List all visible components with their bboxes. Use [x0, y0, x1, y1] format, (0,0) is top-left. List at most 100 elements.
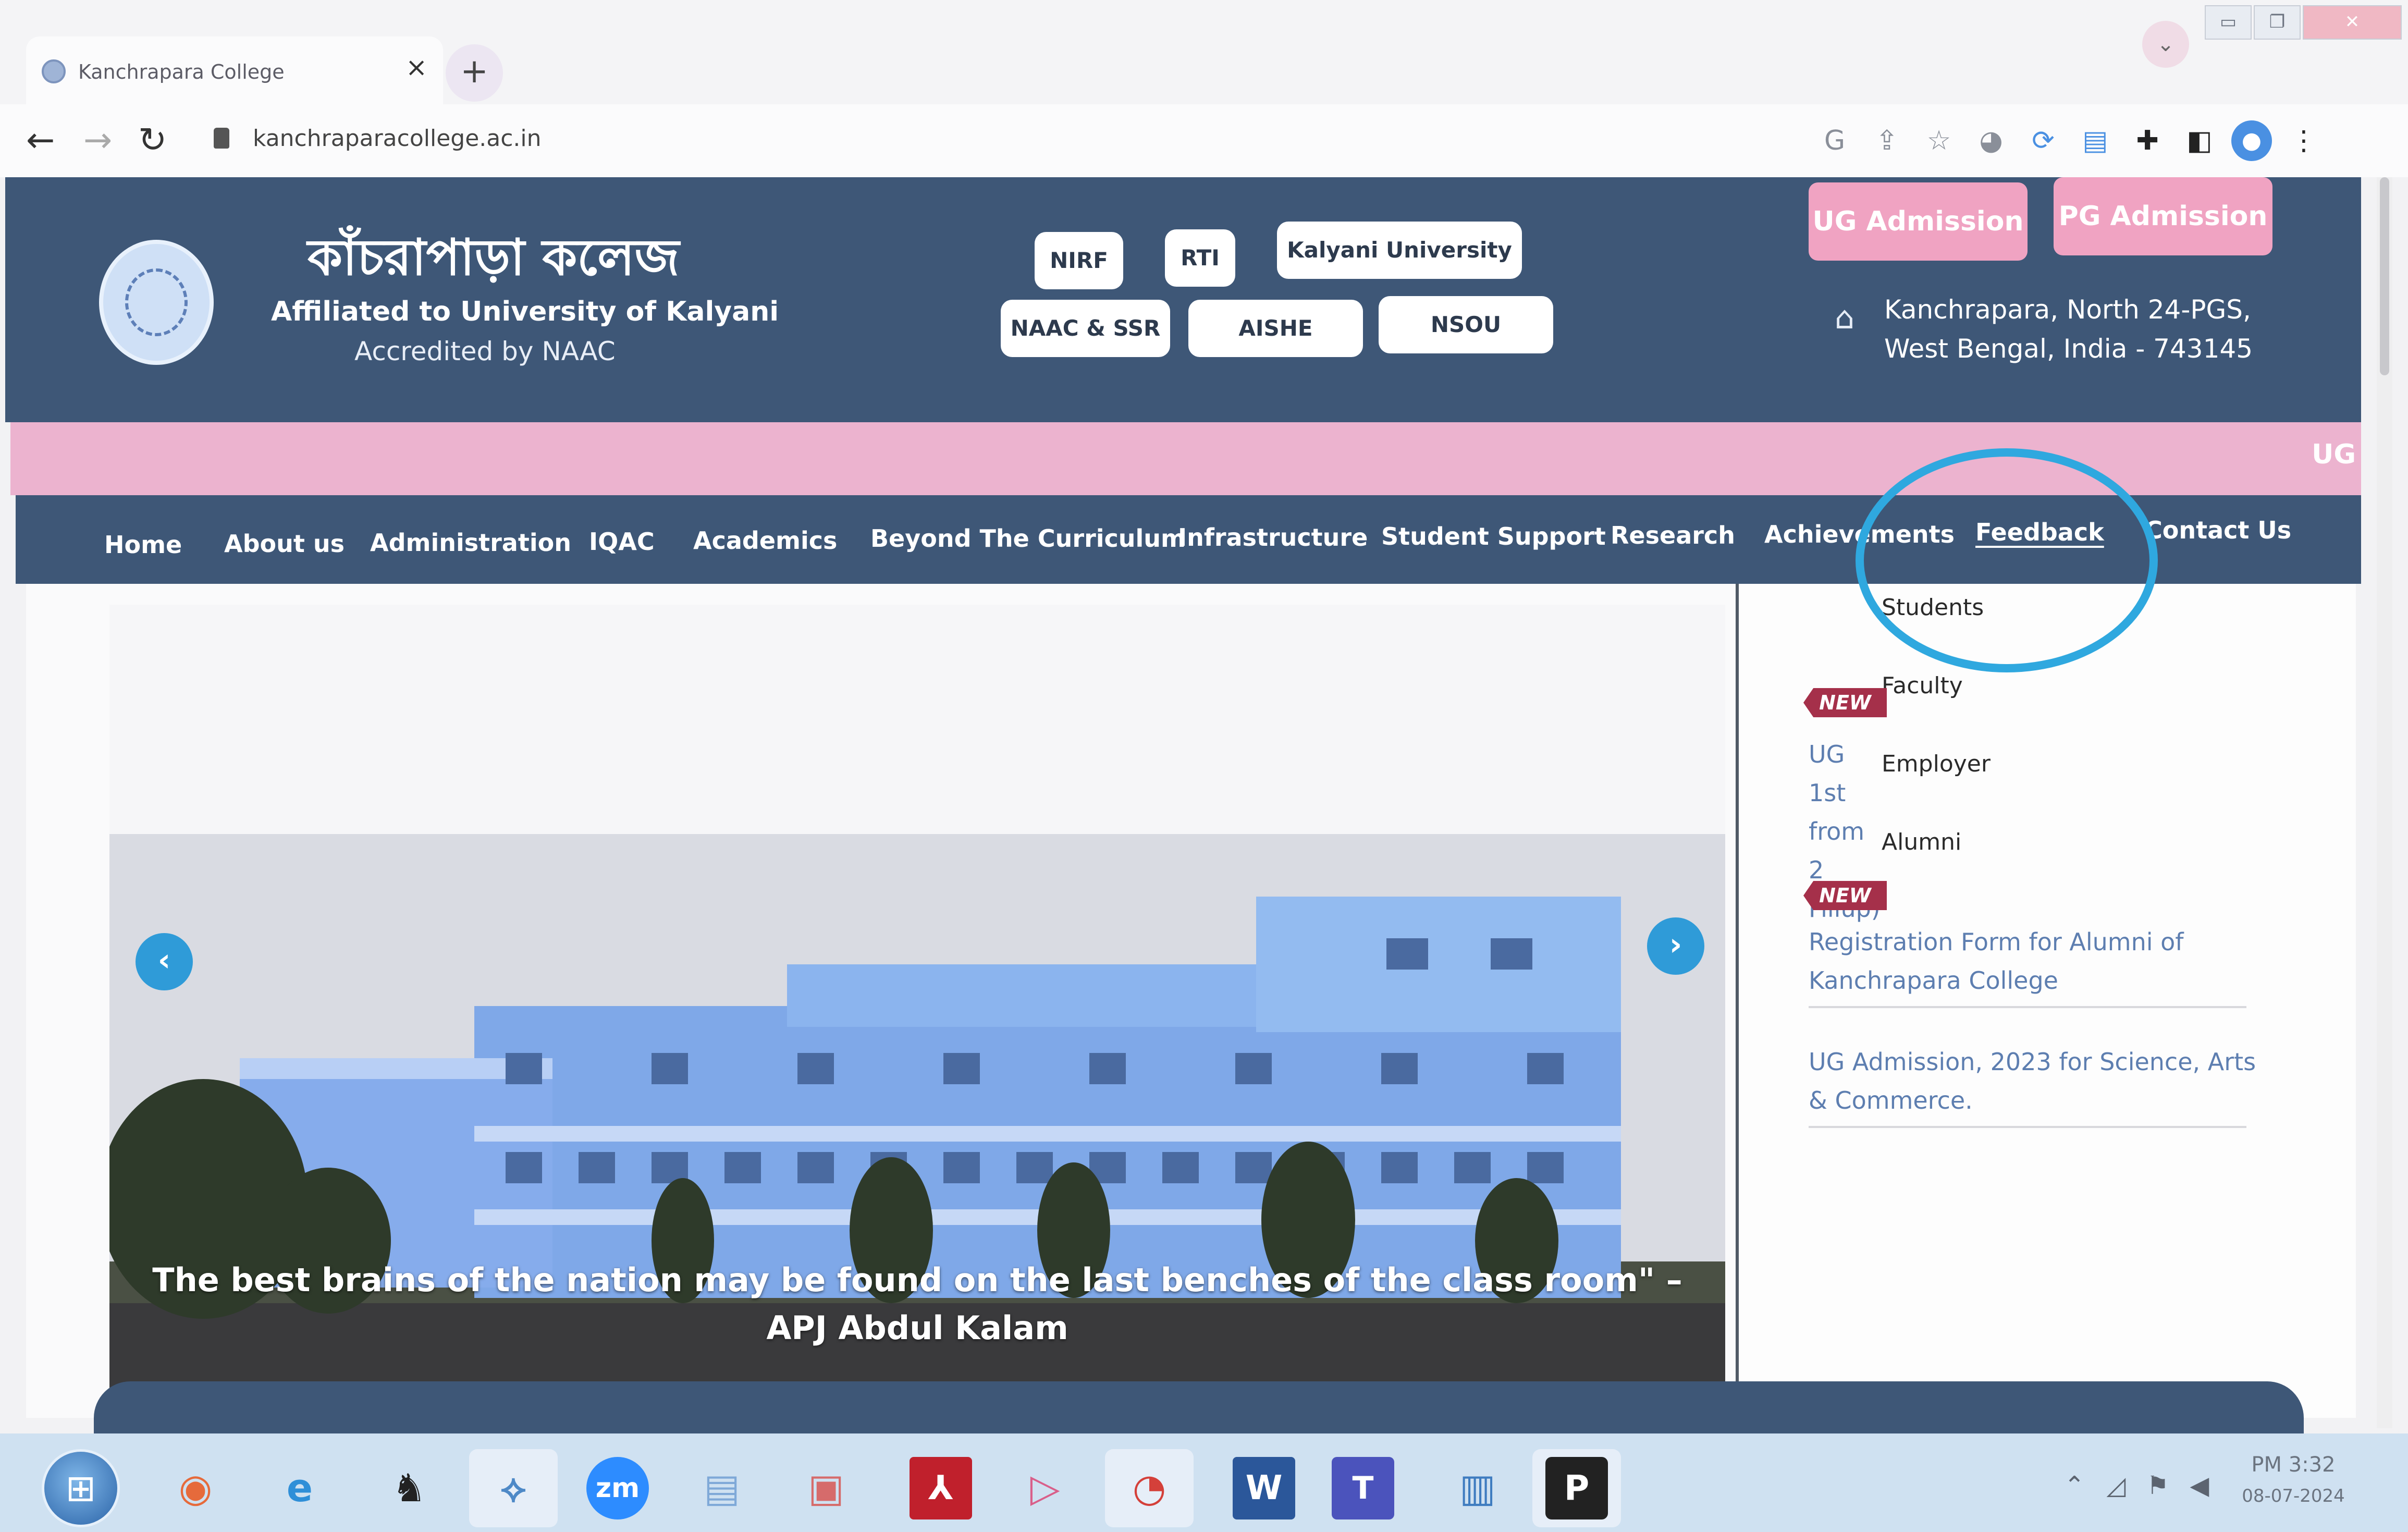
nav-academics[interactable]: Academics: [693, 526, 837, 555]
college-name: কাঁচরাপাড়া কলেজ: [308, 228, 680, 287]
logo-emblem: [125, 268, 188, 336]
nav-administration[interactable]: Administration: [370, 529, 571, 557]
slider-prev-button[interactable]: ‹: [136, 933, 193, 990]
lock-icon[interactable]: [214, 128, 229, 149]
back-button[interactable]: ←: [26, 120, 55, 160]
nav-contact-us[interactable]: Contact Us: [2145, 516, 2291, 544]
forward-button[interactable]: →: [83, 120, 112, 160]
app-icon[interactable]: ▣: [782, 1449, 870, 1527]
tray-arrow-icon[interactable]: ⌃: [2054, 1465, 2095, 1506]
hero-slider: ‹ › The best brains of the nation may be…: [109, 605, 1725, 1418]
kalyani-university-link[interactable]: Kalyani University: [1277, 222, 1522, 279]
address-bar: ← → ↻ kanchraparacollege.ac.in G ⇪ ☆ ◕ ⟳…: [0, 104, 2408, 177]
app-icon[interactable]: ⟡: [469, 1449, 558, 1527]
reload-button[interactable]: ↻: [138, 120, 167, 160]
address-line-2: West Bengal, India - 743145: [1884, 334, 2253, 364]
new-badge: NEW: [1803, 688, 1887, 717]
sidepanel-icon[interactable]: ◧: [2173, 117, 2226, 164]
marquee-text[interactable]: UG: [2312, 439, 2356, 470]
slider-next-button[interactable]: ›: [1647, 917, 1704, 975]
dropdown-item-faculty[interactable]: Faculty: [1882, 672, 1963, 699]
page-scrollbar[interactable]: [2377, 177, 2392, 1428]
flag-icon[interactable]: ⚑: [2137, 1465, 2179, 1506]
taskbar: ⊞ ◉ e ♞ ⟡ zm ▤ ▣ ⅄ ▷ ◔ W T ▥ P ⌃ ◿ ⚑ ◀ P…: [0, 1433, 2408, 1532]
tab-title: Kanchrapara College: [78, 60, 285, 83]
home-icon: ⌂: [1835, 300, 1855, 336]
hero-quote: The best brains of the nation may be fou…: [152, 1261, 1682, 1347]
internet-explorer-icon[interactable]: e: [255, 1449, 344, 1527]
notice-divider: [1809, 1126, 2246, 1128]
accreditation-text: Accredited by NAAC: [354, 336, 616, 366]
clock[interactable]: PM 3:32 08-07-2024: [2231, 1449, 2356, 1522]
nsou-link[interactable]: NSOU: [1379, 296, 1553, 353]
word-glyph: W: [1233, 1457, 1295, 1519]
tab-close-icon[interactable]: ×: [406, 52, 427, 82]
restore-button[interactable]: ❐: [2254, 5, 2301, 40]
clock-time: PM 3:32: [2251, 1453, 2336, 1477]
share-icon[interactable]: ⇪: [1861, 117, 1913, 164]
rti-link[interactable]: RTI: [1165, 229, 1235, 287]
dropdown-item-employer[interactable]: Employer: [1882, 751, 1991, 777]
profile-icon[interactable]: ●: [2231, 120, 2272, 161]
nav-home[interactable]: Home: [104, 531, 182, 559]
notice-link[interactable]: UG Admission, 2023 for Science, Arts & C…: [1809, 1043, 2267, 1120]
start-button[interactable]: ⊞: [42, 1449, 120, 1527]
minimize-button[interactable]: ▭: [2205, 5, 2252, 40]
pdf-glyph: ⅄: [910, 1457, 972, 1519]
nav-infrastructure[interactable]: Infrastructure: [1178, 523, 1368, 551]
document-icon[interactable]: ▤: [678, 1449, 766, 1527]
new-tab-button[interactable]: +: [446, 44, 503, 102]
network-icon[interactable]: ◿: [2095, 1465, 2137, 1506]
zoom-label: zm: [586, 1457, 649, 1519]
naac-ssr-link[interactable]: NAAC & SSR: [1001, 300, 1170, 357]
browser-tab[interactable]: Kanchrapara College ×: [26, 36, 443, 104]
teams-glyph: T: [1332, 1457, 1394, 1519]
word-icon[interactable]: W: [1220, 1449, 1308, 1527]
ug-admission-button[interactable]: UG Admission: [1809, 182, 2028, 261]
app-icon[interactable]: ♞: [365, 1449, 453, 1527]
site-header: কাঁচরাপাড়া কলেজ Affiliated to Universit…: [5, 177, 2361, 422]
pdf-reader-icon[interactable]: ⅄: [896, 1449, 985, 1527]
scrollbar-thumb[interactable]: [2380, 177, 2389, 375]
tab-search-button[interactable]: ⌄: [2142, 21, 2189, 68]
notice-divider: [1809, 1006, 2246, 1008]
close-window-button[interactable]: ✕: [2303, 5, 2402, 40]
notice-link[interactable]: Registration Form for Alumni of Kanchrap…: [1809, 923, 2267, 1000]
sidebar-divider: [1736, 584, 1739, 1397]
highlight-circle: [1856, 448, 2158, 672]
favicon-icon: [42, 59, 66, 83]
page-content: ‹ › The best brains of the nation may be…: [26, 584, 2356, 1418]
zoom-icon[interactable]: zm: [573, 1449, 662, 1527]
extension-icon[interactable]: ◕: [1965, 117, 2017, 164]
nav-research[interactable]: Research: [1611, 521, 1735, 549]
volume-icon[interactable]: ◀: [2179, 1465, 2220, 1506]
star-icon[interactable]: ☆: [1913, 117, 1965, 164]
dropdown-item-alumni[interactable]: Alumni: [1882, 829, 1961, 855]
aishe-link[interactable]: AISHE: [1188, 300, 1363, 357]
affiliation-text: Affiliated to University of Kalyani: [271, 296, 779, 327]
sync-icon[interactable]: ⟳: [2017, 117, 2069, 164]
app-glyph: P: [1545, 1457, 1608, 1519]
nav-about-us[interactable]: About us: [224, 530, 345, 558]
media-player-icon[interactable]: ▷: [1001, 1449, 1089, 1527]
puzzle-icon[interactable]: ✚: [2121, 117, 2173, 164]
nav-student-support[interactable]: Student Support: [1381, 522, 1606, 550]
college-logo[interactable]: [99, 240, 214, 365]
url-field[interactable]: kanchraparacollege.ac.in: [253, 125, 542, 152]
nav-iqac[interactable]: IQAC: [589, 528, 655, 556]
app-icon[interactable]: ▥: [1433, 1449, 1522, 1527]
system-tray: ⌃ ◿ ⚑ ◀: [2054, 1465, 2220, 1506]
teams-icon[interactable]: T: [1319, 1449, 1407, 1527]
notice-sidebar: Students Faculty Employer Alumni NEW UG …: [1736, 584, 2356, 1418]
menu-icon[interactable]: ⋮: [2278, 117, 2330, 164]
clapper-icon[interactable]: ▤: [2069, 117, 2121, 164]
pg-admission-button[interactable]: PG Admission: [2054, 177, 2272, 255]
browser-tab-strip: Kanchrapara College × + ⌄ ▭ ❐ ✕: [0, 0, 2408, 104]
firefox-icon[interactable]: ◉: [151, 1449, 240, 1527]
nav-beyond-the-curriculum[interactable]: Beyond The Curriculum: [870, 524, 1186, 553]
nirf-link[interactable]: NIRF: [1035, 232, 1123, 289]
chrome-icon[interactable]: ◔: [1105, 1449, 1194, 1527]
google-icon[interactable]: G: [1809, 117, 1861, 164]
app-icon[interactable]: P: [1532, 1449, 1621, 1527]
new-badge: NEW: [1803, 881, 1887, 910]
